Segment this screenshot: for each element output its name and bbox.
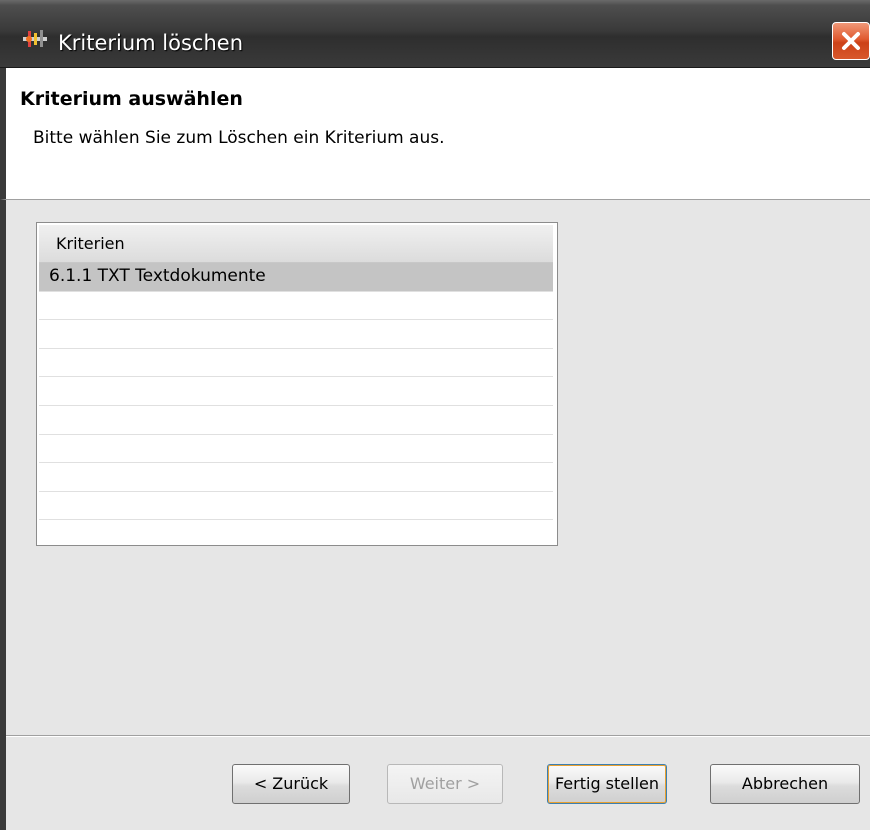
empty-row — [39, 292, 553, 321]
criteria-table[interactable]: Kriterien 6.1.1 TXT Textdokumente — [36, 222, 558, 546]
close-icon — [842, 32, 860, 50]
app-icon — [22, 28, 48, 50]
table-row[interactable]: 6.1.1 TXT Textdokumente — [39, 263, 553, 292]
close-button[interactable] — [832, 22, 870, 60]
finish-button[interactable]: Fertig stellen — [547, 764, 667, 804]
wizard-body: Kriterien 6.1.1 TXT Textdokumente < Zurü… — [0, 200, 870, 830]
wizard-header: Kriterium auswählen Bitte wählen Sie zum… — [0, 68, 870, 200]
column-header-kriterien[interactable]: Kriterien — [39, 225, 553, 263]
page-heading: Kriterium auswählen — [20, 88, 243, 110]
empty-row — [39, 463, 553, 492]
title-bar[interactable]: Kriterium löschen — [0, 0, 870, 68]
delete-criterion-dialog: Kriterium löschen Kriterium auswählen Bi… — [0, 0, 870, 830]
column-header-label: Kriterien — [56, 234, 125, 253]
empty-row — [39, 320, 553, 349]
empty-row — [39, 435, 553, 464]
empty-row — [39, 377, 553, 406]
footer-separator — [6, 735, 870, 737]
empty-row — [39, 349, 553, 378]
page-description: Bitte wählen Sie zum Löschen ein Kriteri… — [33, 128, 445, 148]
back-button[interactable]: < Zurück — [232, 764, 350, 804]
window-title: Kriterium löschen — [58, 31, 244, 55]
next-button[interactable]: Weiter > — [387, 764, 503, 804]
empty-row — [39, 520, 553, 545]
table-cell: 6.1.1 TXT Textdokumente — [49, 266, 266, 286]
cancel-button[interactable]: Abbrechen — [710, 764, 860, 804]
empty-row — [39, 492, 553, 521]
empty-row — [39, 406, 553, 435]
